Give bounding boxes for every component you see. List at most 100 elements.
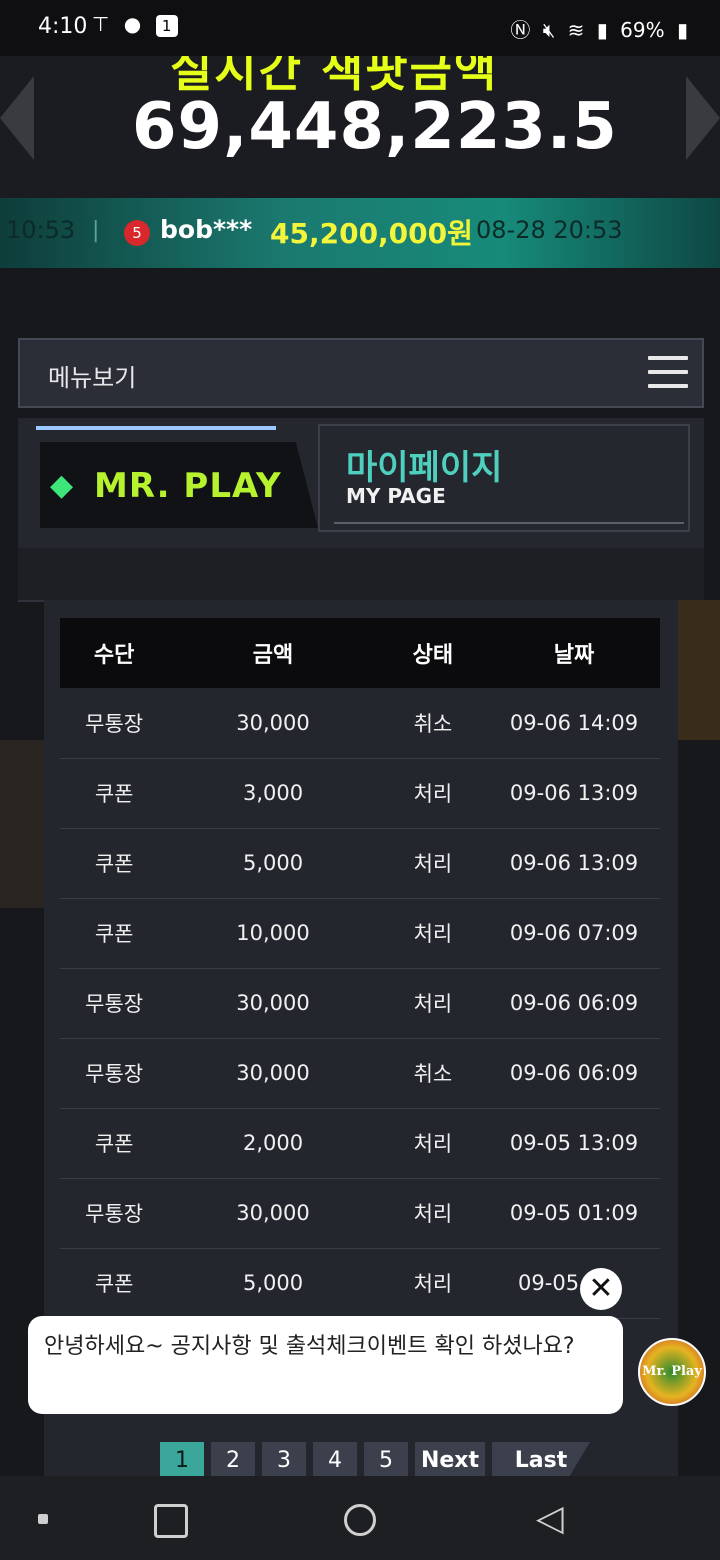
left-decor-image (0, 740, 44, 908)
chat-message-bubble[interactable]: 안녕하세요~ 공지사항 및 출석체크이벤트 확인 하셨나요? (28, 1316, 623, 1414)
cell-date: 09-06 06:09 (509, 991, 639, 1015)
page-header: ◆ MR. PLAY 마이페이지 MY PAGE (18, 418, 704, 548)
next-arrow-icon[interactable] (686, 76, 720, 160)
cell-date: 09-05 0 (518, 1271, 600, 1295)
table-row: 쿠폰 3,000 처리 09-06 13:09 (60, 758, 660, 828)
page-2-button[interactable]: 2 (211, 1442, 255, 1478)
page-5-button[interactable]: 5 (364, 1442, 408, 1478)
hamburger-icon[interactable] (648, 356, 688, 392)
status-notif-icons: ⊤ ● 1 (92, 12, 178, 37)
menu-bar[interactable]: 메뉴보기 (18, 338, 704, 408)
cell-status: 처리 (413, 782, 453, 806)
cell-status: 취소 (413, 1062, 453, 1086)
cell-amount: 30,000 (236, 1201, 310, 1225)
cell-status: 처리 (413, 922, 453, 946)
cell-status: 처리 (413, 1202, 453, 1226)
cell-method: 쿠폰 (94, 1272, 134, 1296)
mute-icon: 🔇︎ (542, 18, 556, 42)
notification-badge-icon: 1 (155, 15, 178, 37)
cell-date: 09-06 14:09 (509, 710, 639, 735)
cell-amount: 5,000 (242, 851, 304, 875)
ticker-prev-time: 10:53 (6, 216, 76, 244)
prev-arrow-icon[interactable] (0, 76, 34, 160)
page-subtitle: MY PAGE (346, 484, 446, 508)
cell-status: 처리 (413, 1272, 453, 1296)
cell-method: 쿠폰 (94, 1132, 134, 1156)
cell-date: 09-06 07:09 (509, 921, 639, 945)
right-decor-image (678, 600, 720, 740)
header-strip (18, 548, 704, 602)
signal-icon: ▮ (596, 18, 608, 42)
cell-status: 처리 (413, 992, 453, 1016)
cell-amount: 30,000 (236, 710, 310, 735)
system-nav-bar: ◁ (0, 1476, 720, 1560)
table-row: 무통장 30,000 처리 09-05 01:09 (60, 1178, 660, 1248)
table-row: 무통장 30,000 처리 09-06 06:09 (60, 968, 660, 1038)
page-3-button[interactable]: 3 (262, 1442, 306, 1478)
winner-ticker: 10:53 | 5 bob*** 45,200,000원 08-28 20:53 (0, 198, 720, 268)
recent-apps-icon[interactable] (154, 1504, 188, 1538)
ticker-amount: 45,200,000원 (270, 217, 473, 250)
history-table: 수단 금액 상태 날짜 무통장 30,000 취소 09-06 14:09 쿠폰 3,0… (60, 618, 660, 1319)
page-title: 마이페이지 (346, 448, 503, 488)
wifi-icon: ≋ (567, 18, 585, 42)
cell-amount: 5,000 (242, 1271, 304, 1295)
cell-method: 무통장 (85, 1202, 144, 1226)
jackpot-amount: 69,448,223.5 (132, 90, 618, 164)
cell-date: 09-06 13:09 (509, 851, 639, 875)
cell-method: 쿠폰 (94, 782, 134, 806)
cell-status: 처리 (413, 852, 453, 876)
menu-dot-icon[interactable] (38, 1514, 48, 1524)
col-date: 날짜 (553, 643, 595, 668)
status-time: 4:10 (38, 14, 88, 39)
cell-method: 무통장 (85, 711, 144, 736)
chat-bubble-icon: ● (123, 12, 146, 36)
ticker-user: bob*** (160, 215, 253, 244)
status-right: Ⓝ 🔇︎ ≋ ▮ 69% ▮ (504, 14, 688, 43)
cell-method: 쿠폰 (94, 922, 134, 946)
battery-icon: ▮ (676, 18, 688, 42)
chat-close-icon[interactable]: ✕ (580, 1268, 622, 1310)
cell-amount: 2,000 (242, 1131, 304, 1155)
table-row: 무통장 30,000 취소 09-06 14:09 (60, 688, 660, 758)
table-row: 쿠폰 2,000 처리 09-05 13:09 (60, 1108, 660, 1178)
cell-date: 09-05 13:09 (509, 1131, 639, 1155)
cell-date: 09-06 13:09 (509, 781, 639, 805)
brand-logo-text[interactable]: MR. PLAY (94, 466, 282, 506)
table-row: 쿠폰 10,000 처리 09-06 07:09 (60, 898, 660, 968)
back-icon[interactable]: ◁ (536, 1498, 564, 1539)
cell-status: 취소 (413, 711, 453, 736)
cell-date: 09-05 01:09 (509, 1201, 639, 1225)
cell-date: 09-06 06:09 (509, 1061, 639, 1085)
ticker-separator: | (92, 218, 100, 243)
cell-amount: 30,000 (236, 991, 310, 1015)
cell-amount: 3,000 (242, 781, 304, 805)
cell-method: 무통장 (85, 992, 144, 1016)
header-decor-line (36, 426, 276, 430)
menu-label: 메뉴보기 (48, 364, 137, 392)
col-status: 상태 (412, 643, 454, 668)
cell-amount: 30,000 (236, 1061, 310, 1085)
diamond-icon: ◆ (50, 468, 74, 503)
title-underline (334, 522, 684, 524)
cell-amount: 10,000 (236, 921, 310, 945)
nfc-icon: Ⓝ (510, 18, 531, 42)
table-row: 무통장 30,000 취소 09-06 06:09 (60, 1038, 660, 1108)
next-button[interactable]: Next (415, 1442, 485, 1478)
home-icon[interactable] (344, 1504, 376, 1536)
col-method: 수단 (93, 643, 135, 668)
status-bar: 4:10 ⊤ ● 1 Ⓝ 🔇︎ ≋ ▮ 69% ▮ (0, 0, 720, 56)
table-row: 쿠폰 5,000 처리 09-05 0 (60, 1248, 660, 1318)
cell-method: 쿠폰 (94, 852, 134, 876)
page-4-button[interactable]: 4 (313, 1442, 357, 1478)
col-amount: 금액 (252, 643, 294, 668)
table-row: 쿠폰 5,000 처리 09-06 13:09 (60, 828, 660, 898)
ticker-datetime: 08-28 20:53 (476, 216, 623, 244)
jackpot-banner: 실시간 잭팟금액 69,448,223.5 (0, 56, 720, 198)
level-badge: 5 (124, 220, 150, 246)
table-header-row: 수단 금액 상태 날짜 (60, 618, 660, 688)
cell-method: 무통장 (85, 1062, 144, 1086)
chat-avatar[interactable]: Mr. Play (638, 1338, 706, 1406)
page-1-button[interactable]: 1 (160, 1442, 204, 1478)
battery-percent: 69% (620, 18, 665, 42)
